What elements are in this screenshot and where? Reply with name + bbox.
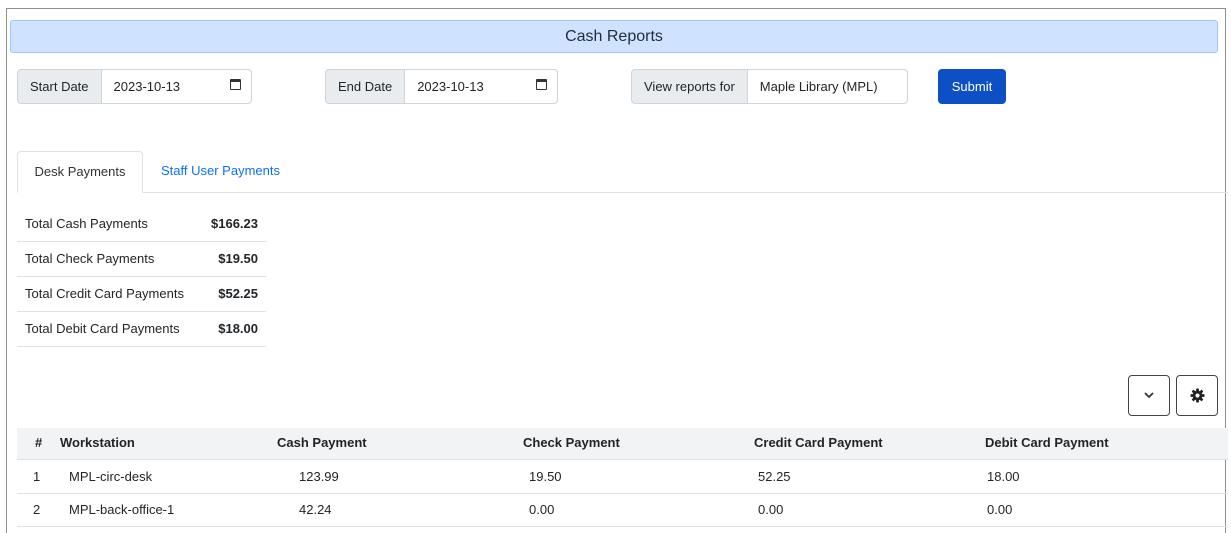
table-header: # Workstation Cash Payment Check Payment…: [17, 428, 1228, 460]
workstation-cell: MPL-circ-desk: [69, 469, 153, 484]
tab-desk-payments[interactable]: Desk Payments: [17, 151, 143, 193]
column-header-workstation[interactable]: Workstation: [60, 435, 135, 450]
table-row[interactable]: 2 MPL-back-office-1 42.24 0.00 0.00 0.00: [17, 494, 1228, 527]
summary-value: $52.25: [218, 286, 258, 301]
tab-staff-user-payments[interactable]: Staff User Payments: [147, 151, 294, 193]
calendar-icon[interactable]: [536, 79, 548, 90]
check-cell: 19.50: [529, 469, 562, 484]
column-header-index[interactable]: #: [35, 435, 42, 450]
credit-cell: 52.25: [758, 469, 791, 484]
summary-row-debit: Total Debit Card Payments $18.00: [17, 312, 266, 347]
workstation-cell: MPL-back-office-1: [69, 502, 175, 517]
summary-row-credit: Total Credit Card Payments $52.25: [17, 277, 266, 312]
column-header-cash[interactable]: Cash Payment: [277, 435, 367, 450]
summary-row-check: Total Check Payments $19.50: [17, 242, 266, 277]
start-date-group: Start Date 2023-10-13: [17, 69, 252, 104]
credit-cell: 0.00: [758, 502, 784, 517]
summary-label: Total Cash Payments: [25, 216, 148, 231]
start-date-value: 2023-10-13: [113, 79, 181, 94]
summary-value: $166.23: [211, 216, 258, 231]
summary-value: $19.50: [218, 251, 258, 266]
grid-settings-button[interactable]: [1176, 375, 1218, 416]
column-header-debit[interactable]: Debit Card Payment: [985, 435, 1109, 450]
calendar-icon[interactable]: [229, 79, 241, 90]
summary-label: Total Debit Card Payments: [25, 321, 180, 336]
expand-button[interactable]: [1128, 375, 1170, 416]
org-selector-value: Maple Library (MPL): [759, 79, 878, 94]
start-date-input[interactable]: 2023-10-13: [101, 69, 252, 104]
chevron-down-icon: [1144, 392, 1154, 399]
column-header-check[interactable]: Check Payment: [523, 435, 620, 450]
org-selector-input[interactable]: Maple Library (MPL): [747, 69, 908, 104]
start-date-label: Start Date: [17, 69, 102, 104]
debit-cell: 0.00: [987, 502, 1013, 517]
row-index: 2: [33, 502, 41, 517]
submit-button[interactable]: Submit: [938, 69, 1006, 104]
end-date-label: End Date: [325, 69, 406, 104]
cash-cell: 123.99: [299, 469, 339, 484]
summary-label: Total Credit Card Payments: [25, 286, 184, 301]
end-date-group: End Date 2023-10-13: [325, 69, 559, 104]
org-selector-group: View reports for Maple Library (MPL): [631, 69, 908, 104]
org-selector-label: View reports for: [631, 69, 748, 104]
page-title: Cash Reports: [10, 20, 1218, 53]
end-date-input[interactable]: 2023-10-13: [405, 69, 559, 104]
row-index: 1: [33, 469, 41, 484]
report-tabs: Desk Payments Staff User Payments: [17, 151, 1228, 193]
cash-cell: 42.24: [299, 502, 332, 517]
summary-row-cash: Total Cash Payments $166.23: [17, 207, 266, 242]
debit-cell: 18.00: [987, 469, 1020, 484]
summary-label: Total Check Payments: [25, 251, 155, 266]
summary-value: $18.00: [218, 321, 258, 336]
gear-icon: [1189, 388, 1205, 403]
table-row[interactable]: 1 MPL-circ-desk 123.99 19.50 52.25 18.00: [17, 461, 1228, 494]
end-date-value: 2023-10-13: [417, 79, 484, 94]
column-header-credit[interactable]: Credit Card Payment: [754, 435, 883, 450]
check-cell: 0.00: [529, 502, 555, 517]
